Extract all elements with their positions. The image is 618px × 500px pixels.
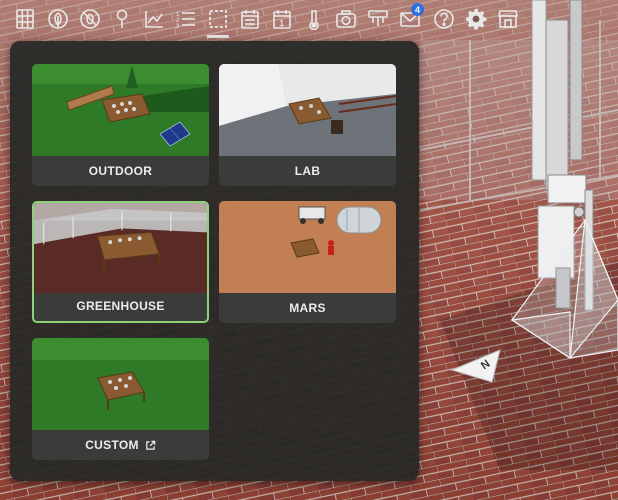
no-pests-icon[interactable] [75,4,105,34]
environment-card-outdoor[interactable]: OUTDOOR [32,64,209,186]
numbered-list-icon[interactable]: 1 2 3 [171,4,201,34]
environment-label: LAB [294,164,321,178]
environment-card-greenhouse[interactable]: GREENHOUSE [32,201,209,323]
top-toolbar: 1 2 3 1 4 [0,0,618,40]
environment-label: CUSTOM [32,430,209,460]
environment-picker-panel: OUTDOOR LAB GREENHOUSE MARS CUSTOM [10,41,419,481]
messages-badge: 4 [411,3,424,16]
selection-icon[interactable] [203,4,233,38]
environment-card-custom[interactable]: CUSTOM [32,338,209,460]
svg-text:1: 1 [280,19,285,28]
sensor-icon[interactable] [363,4,393,34]
calendar-day-icon[interactable]: 1 [267,4,297,34]
camera-icon[interactable] [331,4,361,34]
greenhouse-thumbnail [34,203,207,293]
custom-thumbnail [32,338,209,430]
messages-icon[interactable]: 4 [395,3,425,34]
external-link-icon [145,440,156,451]
calendar-icon[interactable] [235,4,265,34]
environment-label: MARS [289,301,326,315]
store-icon[interactable] [493,4,523,34]
location-pin-icon[interactable] [107,4,137,34]
grid-icon[interactable] [10,4,40,34]
environment-card-mars[interactable]: MARS [219,201,396,323]
thermometer-icon[interactable] [299,4,329,34]
svg-text:3: 3 [176,24,180,30]
environment-label: OUTDOOR [88,164,153,178]
mars-thumbnail [219,201,396,293]
outdoor-thumbnail [32,64,209,156]
lab-thumbnail [219,64,396,156]
environment-label: GREENHOUSE [76,299,165,313]
environment-card-lab[interactable]: LAB [219,64,396,186]
leaf-icon[interactable] [43,4,73,34]
chart-icon[interactable] [139,4,169,34]
gear-icon[interactable] [461,4,491,34]
help-icon[interactable] [429,4,459,34]
